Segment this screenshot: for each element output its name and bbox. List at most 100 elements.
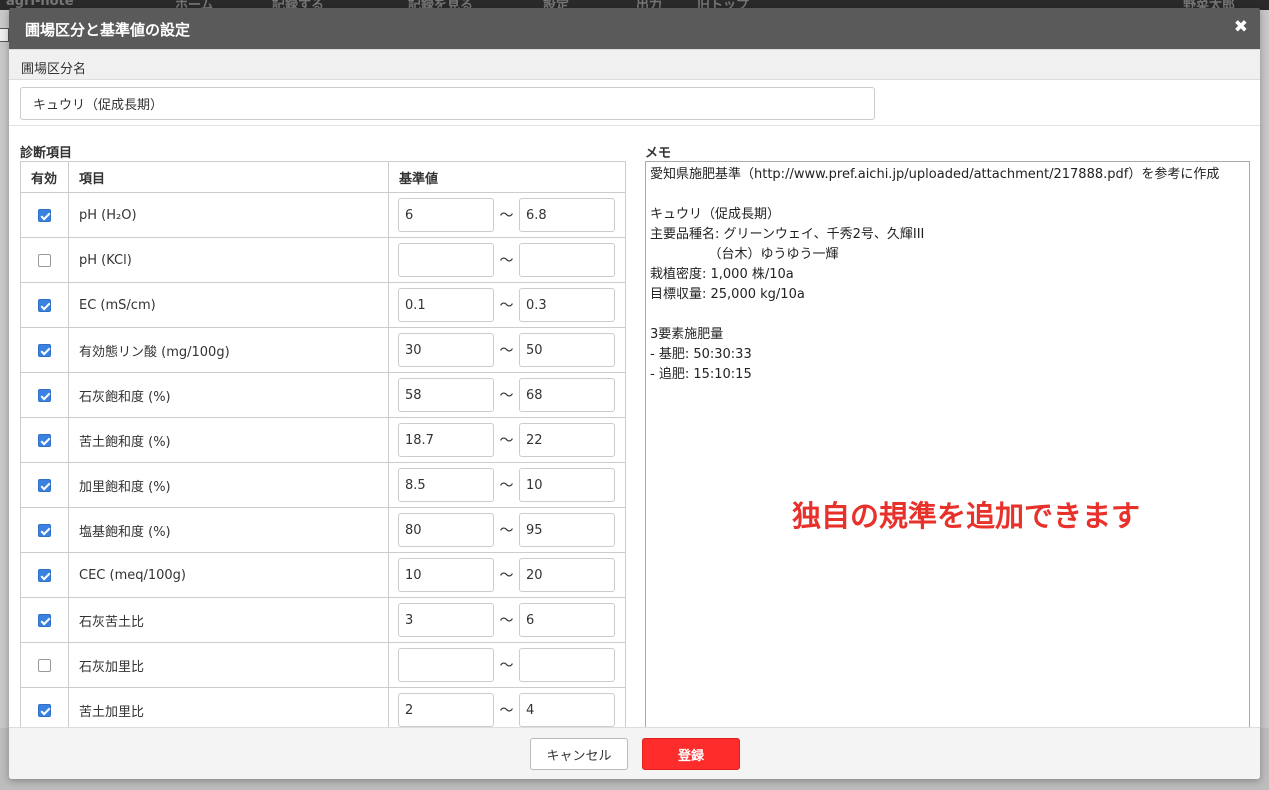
table-row: CEC (meq/100g) 〜: [20, 552, 626, 598]
modal-title: 圃場区分と基準値の設定: [25, 21, 191, 39]
range-tilde: 〜: [499, 568, 514, 584]
section-divider: [9, 125, 1260, 126]
max-value-input[interactable]: [519, 198, 615, 232]
max-value-input[interactable]: [519, 423, 615, 457]
memo-line: 3要素施肥量: [650, 327, 724, 342]
min-value-input[interactable]: [398, 693, 494, 727]
item-name: 石灰飽和度 (%): [68, 372, 389, 418]
range-tilde: 〜: [499, 298, 514, 314]
item-name: CEC (meq/100g): [68, 552, 389, 598]
range-cell: 〜: [388, 192, 626, 238]
enabled-cell: [20, 552, 69, 598]
enabled-checkbox[interactable]: [38, 433, 51, 447]
table-row: pH (KCl) 〜: [20, 237, 626, 283]
min-value-input[interactable]: [398, 468, 494, 502]
enabled-cell: [20, 192, 69, 238]
memo-line: 目標収量: 25,000 kg/10a: [650, 287, 805, 302]
modal-footer: キャンセル 登録: [9, 727, 1260, 779]
enabled-checkbox[interactable]: [38, 703, 51, 717]
item-name: EC (mS/cm): [68, 282, 389, 328]
table-row: 石灰加里比 〜: [20, 642, 626, 688]
enabled-cell: [20, 462, 69, 508]
min-value-input[interactable]: [398, 648, 494, 682]
item-name: 加里飽和度 (%): [68, 462, 389, 508]
table-row: pH (H₂O) 〜: [20, 192, 626, 238]
enabled-checkbox[interactable]: [38, 478, 51, 492]
memo-textarea[interactable]: 愛知県施肥基準（http://www.pref.aichi.jp/uploade…: [645, 161, 1250, 741]
min-value-input[interactable]: [398, 423, 494, 457]
max-value-input[interactable]: [519, 288, 615, 322]
min-value-input[interactable]: [398, 378, 494, 412]
max-value-input[interactable]: [519, 333, 615, 367]
field-category-name-section: 圃場区分名: [9, 49, 1260, 80]
max-value-input[interactable]: [519, 243, 615, 277]
item-name: pH (KCl): [68, 237, 389, 283]
enabled-checkbox[interactable]: [38, 298, 51, 312]
enabled-checkbox[interactable]: [38, 253, 51, 267]
enabled-checkbox[interactable]: [38, 658, 51, 672]
field-category-name-input[interactable]: [20, 87, 875, 120]
item-name: 苦土飽和度 (%): [68, 417, 389, 463]
range-tilde: 〜: [499, 703, 514, 719]
memo-line: - 追肥: 15:10:15: [650, 367, 752, 382]
min-value-input[interactable]: [398, 558, 494, 592]
table-row: EC (mS/cm) 〜: [20, 282, 626, 328]
enabled-checkbox[interactable]: [38, 208, 51, 222]
memo-line: キュウリ（促成長期）: [650, 207, 781, 222]
range-tilde: 〜: [499, 433, 514, 449]
range-tilde: 〜: [499, 658, 514, 674]
range-tilde: 〜: [499, 388, 514, 404]
table-header-row: 有効 項目 基準値: [20, 161, 626, 193]
table-row: 石灰飽和度 (%) 〜: [20, 372, 626, 418]
item-name: 塩基飽和度 (%): [68, 507, 389, 553]
memo-line: [650, 185, 1245, 205]
cancel-button[interactable]: キャンセル: [530, 738, 628, 770]
enabled-cell: [20, 642, 69, 688]
enabled-checkbox[interactable]: [38, 388, 51, 402]
max-value-input[interactable]: [519, 648, 615, 682]
diagnosis-table: 有効 項目 基準値 pH (H₂O)〜pH (KCl)〜EC (mS/cm)〜有…: [20, 161, 626, 733]
enabled-cell: [20, 417, 69, 463]
field-category-modal: 圃場区分と基準値の設定 ✖ 圃場区分名 診断項目 メモ 有効 項目 基準値 pH…: [9, 8, 1260, 779]
range-cell: 〜: [388, 462, 626, 508]
range-tilde: 〜: [499, 208, 514, 224]
table-row: 有効態リン酸 (mg/100g) 〜: [20, 327, 626, 373]
range-tilde: 〜: [499, 253, 514, 269]
min-value-input[interactable]: [398, 288, 494, 322]
max-value-input[interactable]: [519, 468, 615, 502]
max-value-input[interactable]: [519, 378, 615, 412]
min-value-input[interactable]: [398, 198, 494, 232]
range-cell: 〜: [388, 597, 626, 643]
close-icon[interactable]: ✖: [1234, 17, 1248, 37]
enabled-checkbox[interactable]: [38, 568, 51, 582]
header-enabled: 有効: [20, 161, 69, 193]
diagnosis-table-body: pH (H₂O)〜pH (KCl)〜EC (mS/cm)〜有効態リン酸 (mg/…: [20, 192, 626, 733]
enabled-cell: [20, 507, 69, 553]
enabled-cell: [20, 597, 69, 643]
min-value-input[interactable]: [398, 243, 494, 277]
enabled-checkbox[interactable]: [38, 343, 51, 357]
memo-line: [650, 305, 1245, 325]
header-reference-value: 基準値: [388, 161, 626, 193]
memo-line: 主要品種名: グリーンウェイ、千秀2号、久輝III: [650, 227, 925, 242]
table-row: 塩基飽和度 (%) 〜: [20, 507, 626, 553]
enabled-cell: [20, 687, 69, 733]
enabled-checkbox[interactable]: [38, 523, 51, 537]
register-button[interactable]: 登録: [642, 738, 740, 770]
range-cell: 〜: [388, 417, 626, 463]
enabled-cell: [20, 327, 69, 373]
max-value-input[interactable]: [519, 558, 615, 592]
item-name: 有効態リン酸 (mg/100g): [68, 327, 389, 373]
range-cell: 〜: [388, 687, 626, 733]
item-name: pH (H₂O): [68, 192, 389, 238]
min-value-input[interactable]: [398, 603, 494, 637]
max-value-input[interactable]: [519, 603, 615, 637]
min-value-input[interactable]: [398, 513, 494, 547]
memo-label: メモ: [645, 146, 672, 161]
min-value-input[interactable]: [398, 333, 494, 367]
memo-line: （台木）ゆうゆう一輝: [650, 247, 839, 262]
range-cell: 〜: [388, 327, 626, 373]
enabled-checkbox[interactable]: [38, 613, 51, 627]
max-value-input[interactable]: [519, 513, 615, 547]
max-value-input[interactable]: [519, 693, 615, 727]
